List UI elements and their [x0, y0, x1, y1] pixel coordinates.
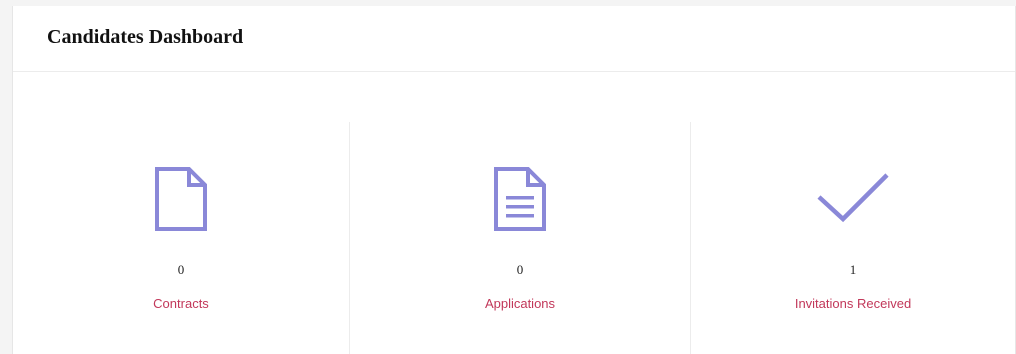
file-icon: [13, 162, 349, 236]
stat-contracts[interactable]: 0 Contracts: [13, 122, 350, 354]
stat-invitations[interactable]: 1 Invitations Received: [691, 122, 1015, 354]
page-title: Candidates Dashboard: [47, 26, 244, 48]
stat-count: 1: [849, 262, 857, 277]
stat-applications[interactable]: 0 Applications: [350, 122, 691, 354]
panel-header: Candidates Dashboard: [13, 6, 1015, 72]
stats-row: 0 Contracts 0 Applications 1 Invitations…: [13, 122, 1015, 354]
stat-label-link[interactable]: Invitations Received: [691, 296, 1015, 311]
checkmark-icon: [691, 162, 1015, 236]
dashboard-panel: Candidates Dashboard 0 Contracts 0 Appli…: [12, 6, 1016, 354]
file-text-icon: [350, 162, 690, 236]
stat-count: 0: [177, 262, 185, 277]
stat-label-link[interactable]: Contracts: [13, 296, 349, 311]
stat-count: 0: [516, 262, 524, 277]
stat-label-link[interactable]: Applications: [350, 296, 690, 311]
